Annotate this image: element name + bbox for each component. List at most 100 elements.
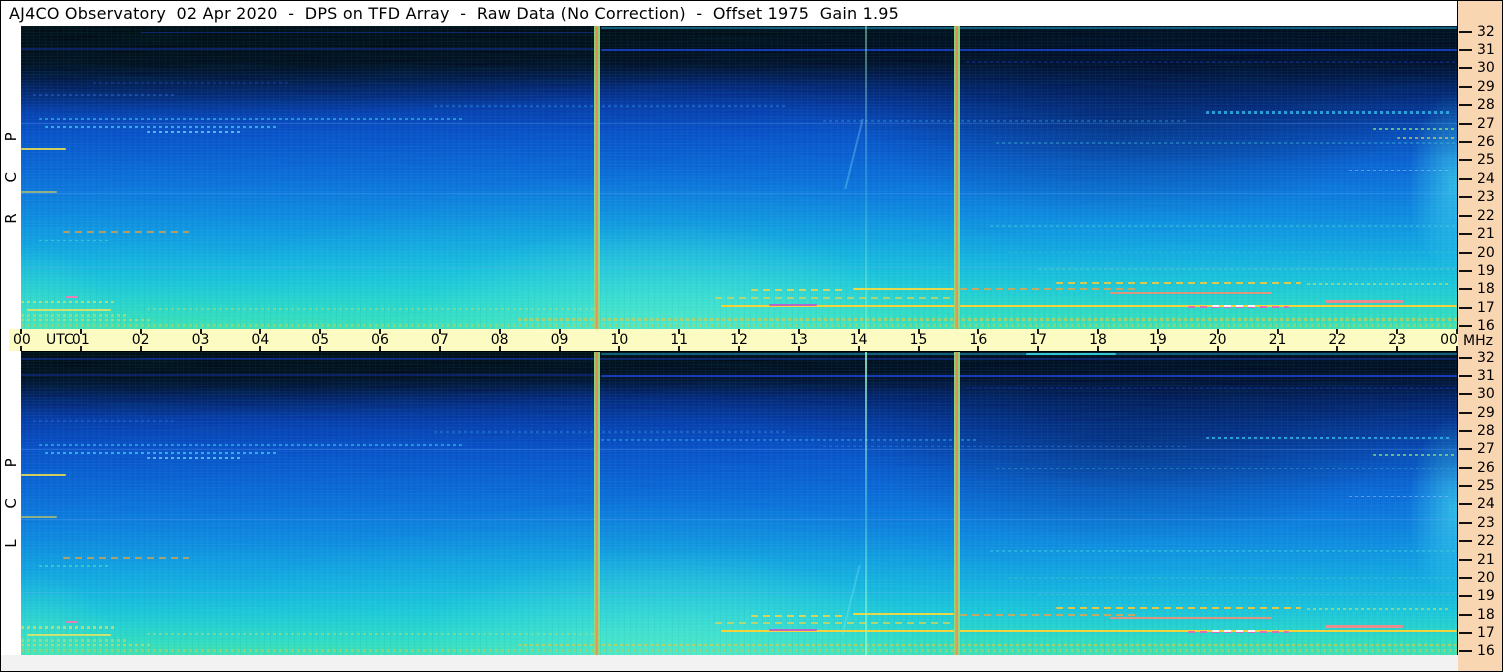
rfi-line xyxy=(1008,251,1457,254)
rfi-line xyxy=(721,304,1457,308)
frequency-tick xyxy=(1459,393,1472,396)
hour-label: 03 xyxy=(191,332,210,348)
frequency-tick-label: 29 xyxy=(1477,404,1495,421)
rfi-line xyxy=(21,639,129,642)
rfi-line xyxy=(1349,495,1451,497)
frequency-tick-label: 32 xyxy=(1477,349,1495,366)
interference-spike-line xyxy=(864,352,867,655)
rfi-line xyxy=(21,323,1457,328)
frequency-tick-label: 29 xyxy=(1477,78,1495,95)
rfi-line xyxy=(21,313,129,317)
rfi-line xyxy=(822,445,1188,448)
rfi-line xyxy=(21,626,117,629)
hour-tick xyxy=(20,346,22,351)
frequency-gridline xyxy=(21,123,1457,125)
rfi-line xyxy=(26,633,111,636)
hour-label: 11 xyxy=(670,332,689,348)
rfi-line xyxy=(517,643,1457,647)
rfi-line xyxy=(1349,170,1451,172)
frequency-tick-label: 25 xyxy=(1477,152,1495,169)
frequency-tick xyxy=(1459,540,1472,543)
rcp-polarization-label: R C P xyxy=(2,132,20,224)
hour-label: 08 xyxy=(490,332,509,348)
rfi-line xyxy=(38,565,111,567)
frequency-tick-label: 23 xyxy=(1477,514,1495,531)
frequency-tick xyxy=(1459,503,1472,506)
rfi-line xyxy=(1211,305,1260,307)
frequency-gridline xyxy=(21,448,1457,450)
rfi-line xyxy=(966,386,1457,389)
frequency-tick xyxy=(1459,104,1472,107)
hour-label: 16 xyxy=(969,332,988,348)
rfi-line xyxy=(768,304,817,307)
hour-label: 09 xyxy=(550,332,569,348)
hour-label: 12 xyxy=(730,332,748,348)
rfi-line xyxy=(1109,292,1272,295)
rfi-line xyxy=(62,556,189,559)
diagonal-streak xyxy=(843,118,864,189)
rfi-line xyxy=(21,648,1457,653)
frequency-tick xyxy=(1459,67,1472,70)
rfi-line xyxy=(1008,577,1457,579)
frequency-tick-label: 27 xyxy=(1477,115,1495,132)
frequency-tick xyxy=(1459,214,1472,217)
frequency-tick-label: 30 xyxy=(1477,60,1495,77)
rfi-line xyxy=(1056,282,1302,285)
rfi-line xyxy=(21,301,117,304)
rfi-line xyxy=(146,456,243,459)
frequency-tick-label: 24 xyxy=(1477,170,1495,187)
frequency-tick xyxy=(1459,558,1472,561)
rfi-line xyxy=(65,295,78,298)
rfi-line xyxy=(960,288,1140,291)
frequency-tick-label: 28 xyxy=(1477,97,1495,114)
spectrogram-panel-rcp xyxy=(21,26,1457,330)
rcp-overlays xyxy=(21,26,1457,330)
rfi-line xyxy=(1325,625,1404,628)
hour-label: 19 xyxy=(1148,332,1167,348)
frequency-tick-label: 20 xyxy=(1477,569,1495,586)
frequency-tick-label: 22 xyxy=(1477,207,1495,224)
rfi-line xyxy=(750,289,847,292)
rfi-line xyxy=(146,130,243,133)
frequency-tick-label: 28 xyxy=(1477,422,1495,439)
diagonal-streak xyxy=(840,565,861,636)
frequency-scale: MHz 32 31 30 29 28 27 26 25 24 23 22 21 20 19 18 17 16 32… xyxy=(1458,1,1502,671)
frequency-tick-label: 25 xyxy=(1477,478,1495,495)
rfi-line xyxy=(1211,630,1260,632)
frequency-tick xyxy=(1459,270,1472,273)
rfi-line xyxy=(1109,617,1272,620)
rfi-line xyxy=(21,48,596,50)
hour-label: 21 xyxy=(1268,332,1287,348)
frequency-tick xyxy=(1459,159,1472,162)
frequency-tick xyxy=(1459,288,1472,291)
title-bar: AJ4CO Observatory 02 Apr 2020 - DPS on T… xyxy=(1,1,1457,26)
hour-label: 22 xyxy=(1328,332,1347,348)
hour-label: 06 xyxy=(371,332,389,348)
hour-label: 07 xyxy=(430,332,449,348)
rfi-line xyxy=(996,142,1457,144)
frequency-tick-label: 16 xyxy=(1477,318,1495,335)
frequency-tick xyxy=(1459,177,1472,180)
rfi-line xyxy=(433,105,787,107)
rfi-line xyxy=(26,308,111,311)
rfi-line xyxy=(140,31,596,34)
frequency-tick xyxy=(1459,429,1472,432)
frequency-tick xyxy=(1459,233,1472,236)
frequency-tick-label: 16 xyxy=(1477,643,1495,660)
rfi-line xyxy=(62,231,189,234)
frequency-tick-label: 17 xyxy=(1477,299,1495,316)
frequency-tick-label: 22 xyxy=(1477,533,1495,550)
calibration-stripe xyxy=(953,352,960,655)
frequency-tick xyxy=(1459,48,1472,51)
rfi-line xyxy=(21,374,596,376)
rfi-line xyxy=(65,620,78,624)
rfi-line xyxy=(990,225,1457,227)
rfi-line xyxy=(601,439,979,442)
frequency-tick-label: 21 xyxy=(1477,551,1495,568)
frequency-tick xyxy=(1459,196,1472,199)
frequency-gridline xyxy=(21,193,1457,195)
page-title: AJ4CO Observatory 02 Apr 2020 - DPS on T… xyxy=(9,4,900,23)
frequency-tick-label: 32 xyxy=(1477,23,1495,40)
hour-label: 02 xyxy=(131,332,150,348)
rfi-line xyxy=(1397,137,1457,140)
